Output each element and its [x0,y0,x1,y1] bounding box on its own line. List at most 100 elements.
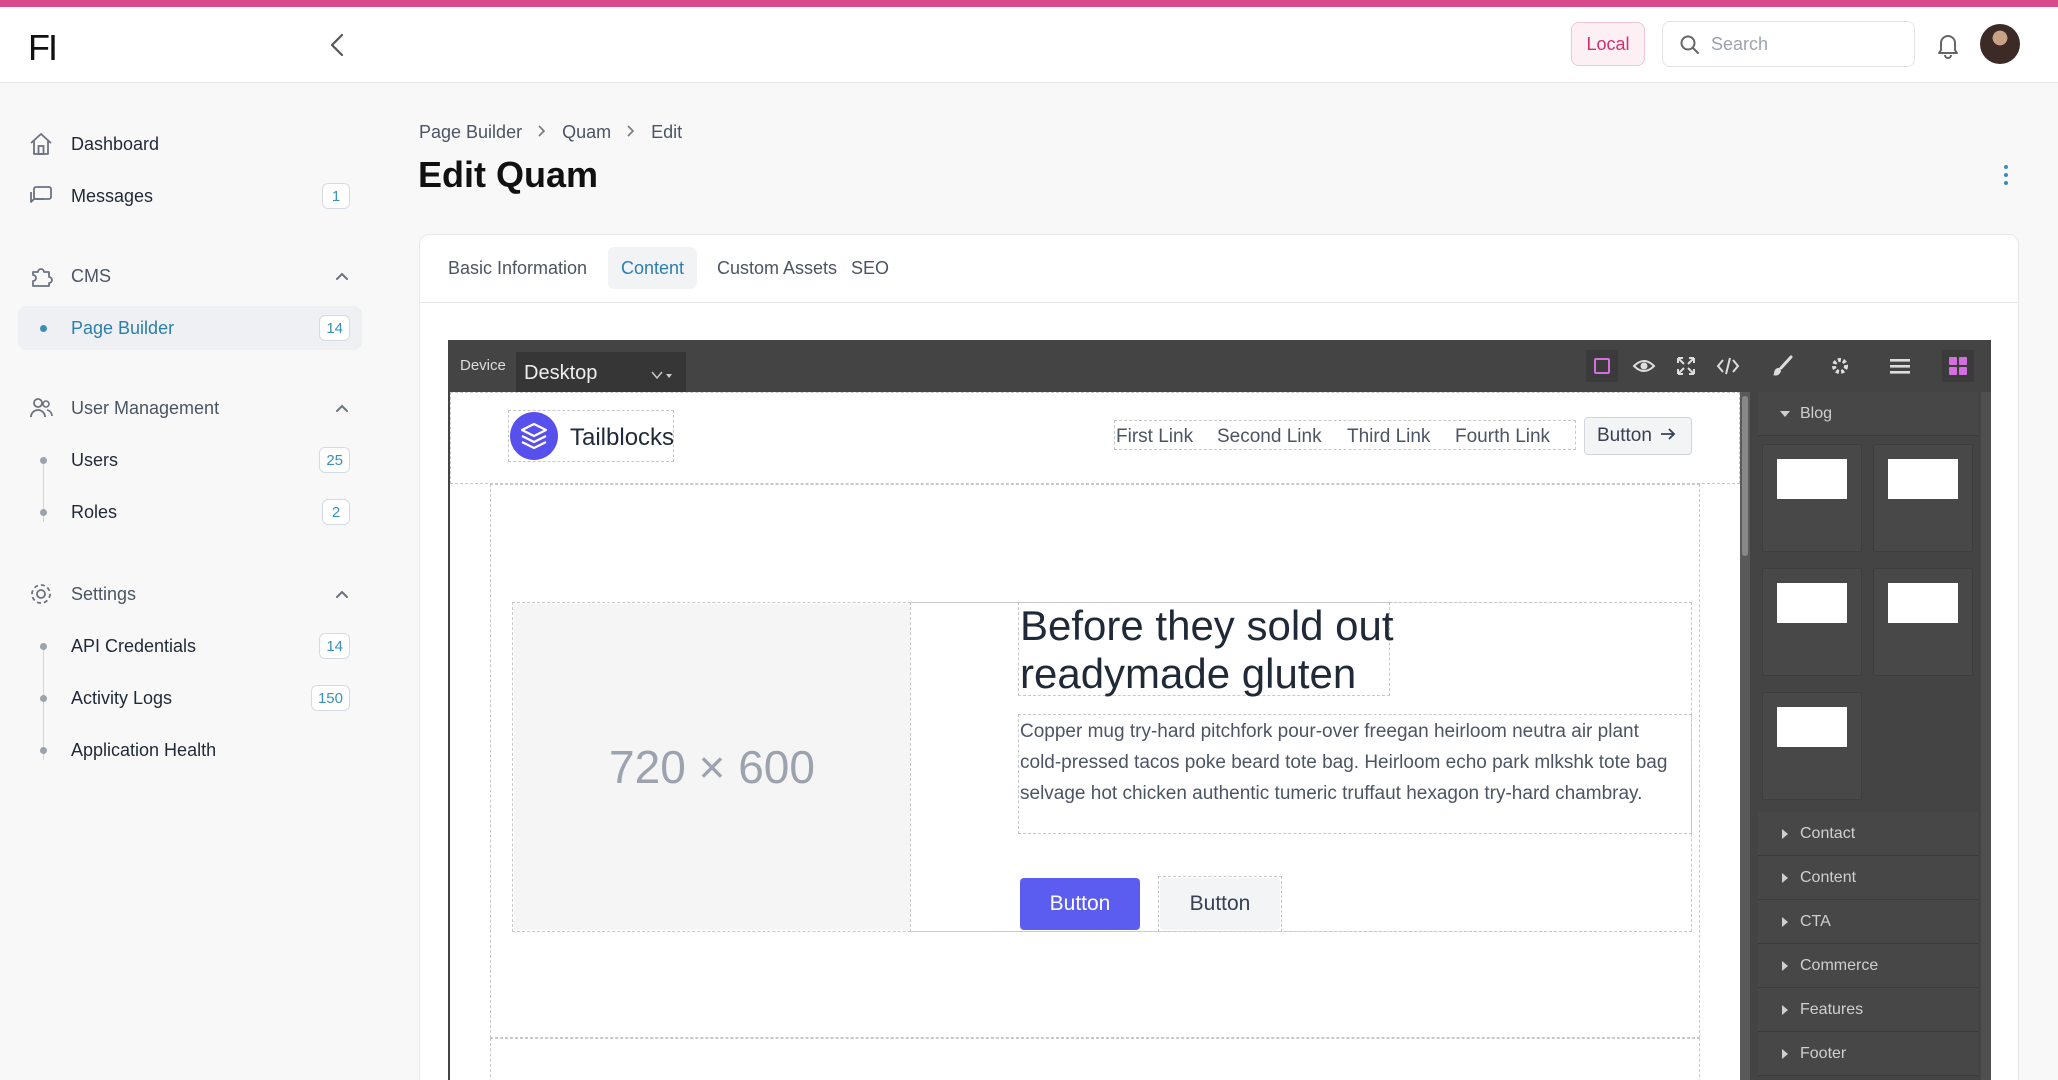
tab-content[interactable]: Content [608,247,698,289]
group-label: User Management [71,398,220,418]
breadcrumb-item[interactable]: Quam [562,122,611,143]
tab-bar: Basic Information Content Custom Assets … [420,235,2018,303]
editor-canvas[interactable]: Tailblocks First Link Second Link Third … [450,392,1740,1080]
next-section[interactable] [490,1038,1700,1080]
hero-description[interactable]: Copper mug try-hard pitchfork pour-over … [1020,716,1680,809]
fullscreen-icon[interactable] [1670,350,1702,382]
sidebar-item-page-builder[interactable]: Page Builder 14 [18,306,362,350]
block-category-footer[interactable]: Footer [1758,1032,1978,1076]
caret-right-icon [1782,917,1788,927]
nav-button[interactable]: Button [1584,417,1692,455]
caret-right-icon [1782,873,1788,883]
sidebar-group-user-management[interactable]: User Management [18,386,362,430]
bell-icon[interactable] [1935,30,1961,60]
nav-link[interactable]: Third Link [1347,426,1430,448]
arrow-right-icon [1660,425,1676,447]
caret-right-icon [1782,829,1788,839]
sidebar-group-settings[interactable]: Settings [18,572,362,616]
home-icon [28,131,54,157]
top-bar: FI Local [0,7,2058,83]
sidebar-item-application-health[interactable]: Application Health [18,728,362,772]
sidebar-item-label: API Credentials [71,636,197,656]
sidebar-item-label: Page Builder [71,318,175,338]
more-options-icon[interactable] [2000,164,2012,186]
device-select[interactable]: Desktop [516,352,686,394]
bullet [40,747,47,754]
block-thumbnail [1777,459,1847,499]
sidebar-item-api-credentials[interactable]: API Credentials 14 [18,624,362,668]
tab-basic-information[interactable]: Basic Information [435,247,600,289]
count-badge: 14 [319,315,350,341]
sidebar-item-activity-logs[interactable]: Activity Logs 150 [18,676,362,720]
top-accent-stripe [0,0,2058,7]
block-category-blog[interactable]: Blog [1758,392,1978,436]
bullet [40,325,47,332]
blocks-scrollbar[interactable] [1981,392,1991,1080]
chevron-up-icon [332,584,352,604]
block-thumbnail [1888,583,1958,623]
block-category-cta[interactable]: CTA [1758,900,1978,944]
count-badge: 1 [322,183,350,209]
category-label: Features [1800,1001,1864,1018]
canvas-scrollbar[interactable] [1740,392,1750,1080]
collapse-sidebar-icon[interactable] [326,29,350,61]
code-icon[interactable] [1712,350,1744,382]
category-label: Commerce [1800,957,1879,974]
sidebar-item-users[interactable]: Users 25 [18,438,362,482]
block-category-commerce[interactable]: Commerce [1758,944,1978,988]
breadcrumb-item[interactable]: Page Builder [419,122,522,143]
gear-icon[interactable] [1824,350,1856,382]
scroll-thumb[interactable] [1742,396,1748,556]
user-avatar[interactable] [1980,24,2020,64]
sidebar-item-dashboard[interactable]: Dashboard [18,122,362,166]
search-box[interactable] [1662,21,1915,67]
brand-outline [508,410,674,462]
nav-button-label: Button [1597,425,1652,446]
gear-icon [28,581,54,607]
secondary-button[interactable]: Button [1160,878,1280,930]
page-builder-editor: Device Desktop Tailblocks First Link Sec… [448,340,1991,1080]
blocks-panel: Blog Contact Content CTA Commerce Featur… [1758,392,1991,1080]
chevron-up-icon [332,266,352,286]
category-label: CTA [1800,913,1831,930]
nav-link[interactable]: First Link [1116,426,1193,448]
block-category-features[interactable]: Features [1758,988,1978,1032]
tab-seo[interactable]: SEO [838,247,902,289]
nav-link[interactable]: Second Link [1217,426,1322,448]
sidebar: Dashboard Messages 1 CMS Page Builder 14… [0,84,380,1080]
paint-brush-icon[interactable] [1766,350,1798,382]
eye-icon[interactable] [1628,350,1660,382]
tab-custom-assets[interactable]: Custom Assets [704,247,850,289]
count-badge: 25 [319,447,350,473]
sidebar-item-label: Users [71,450,119,470]
block-tile[interactable] [1762,692,1862,800]
image-placeholder[interactable]: 720 × 600 [514,604,910,930]
breadcrumb-item: Edit [651,122,683,142]
puzzle-icon [28,263,54,289]
caret-right-icon [1782,1049,1788,1059]
block-tile[interactable] [1873,444,1973,552]
environment-badge: Local [1571,22,1645,66]
blocks-icon[interactable] [1942,350,1974,382]
square-outline-icon[interactable] [1586,350,1618,382]
caret-down-icon [1780,411,1790,417]
breadcrumb: Page Builder Quam Edit [419,122,682,143]
primary-button[interactable]: Button [1020,878,1140,930]
sidebar-item-roles[interactable]: Roles 2 [18,490,362,534]
hero-title[interactable]: Before they sold out readymade gluten [1020,602,1400,698]
nav-link[interactable]: Fourth Link [1455,426,1550,448]
sidebar-item-label: Application Health [71,740,217,760]
search-input[interactable] [1711,22,1907,66]
sidebar-item-messages[interactable]: Messages 1 [18,174,362,218]
chat-icon [28,183,54,209]
block-category-content[interactable]: Content [1758,856,1978,900]
category-label: Content [1800,869,1857,886]
app-logo[interactable]: FI [28,27,58,69]
layers-icon[interactable] [1884,350,1916,382]
block-category-contact[interactable]: Contact [1758,812,1978,856]
block-tile[interactable] [1762,444,1862,552]
block-thumbnail [1777,583,1847,623]
block-tile[interactable] [1873,568,1973,676]
sidebar-group-cms[interactable]: CMS [18,254,362,298]
block-tile[interactable] [1762,568,1862,676]
